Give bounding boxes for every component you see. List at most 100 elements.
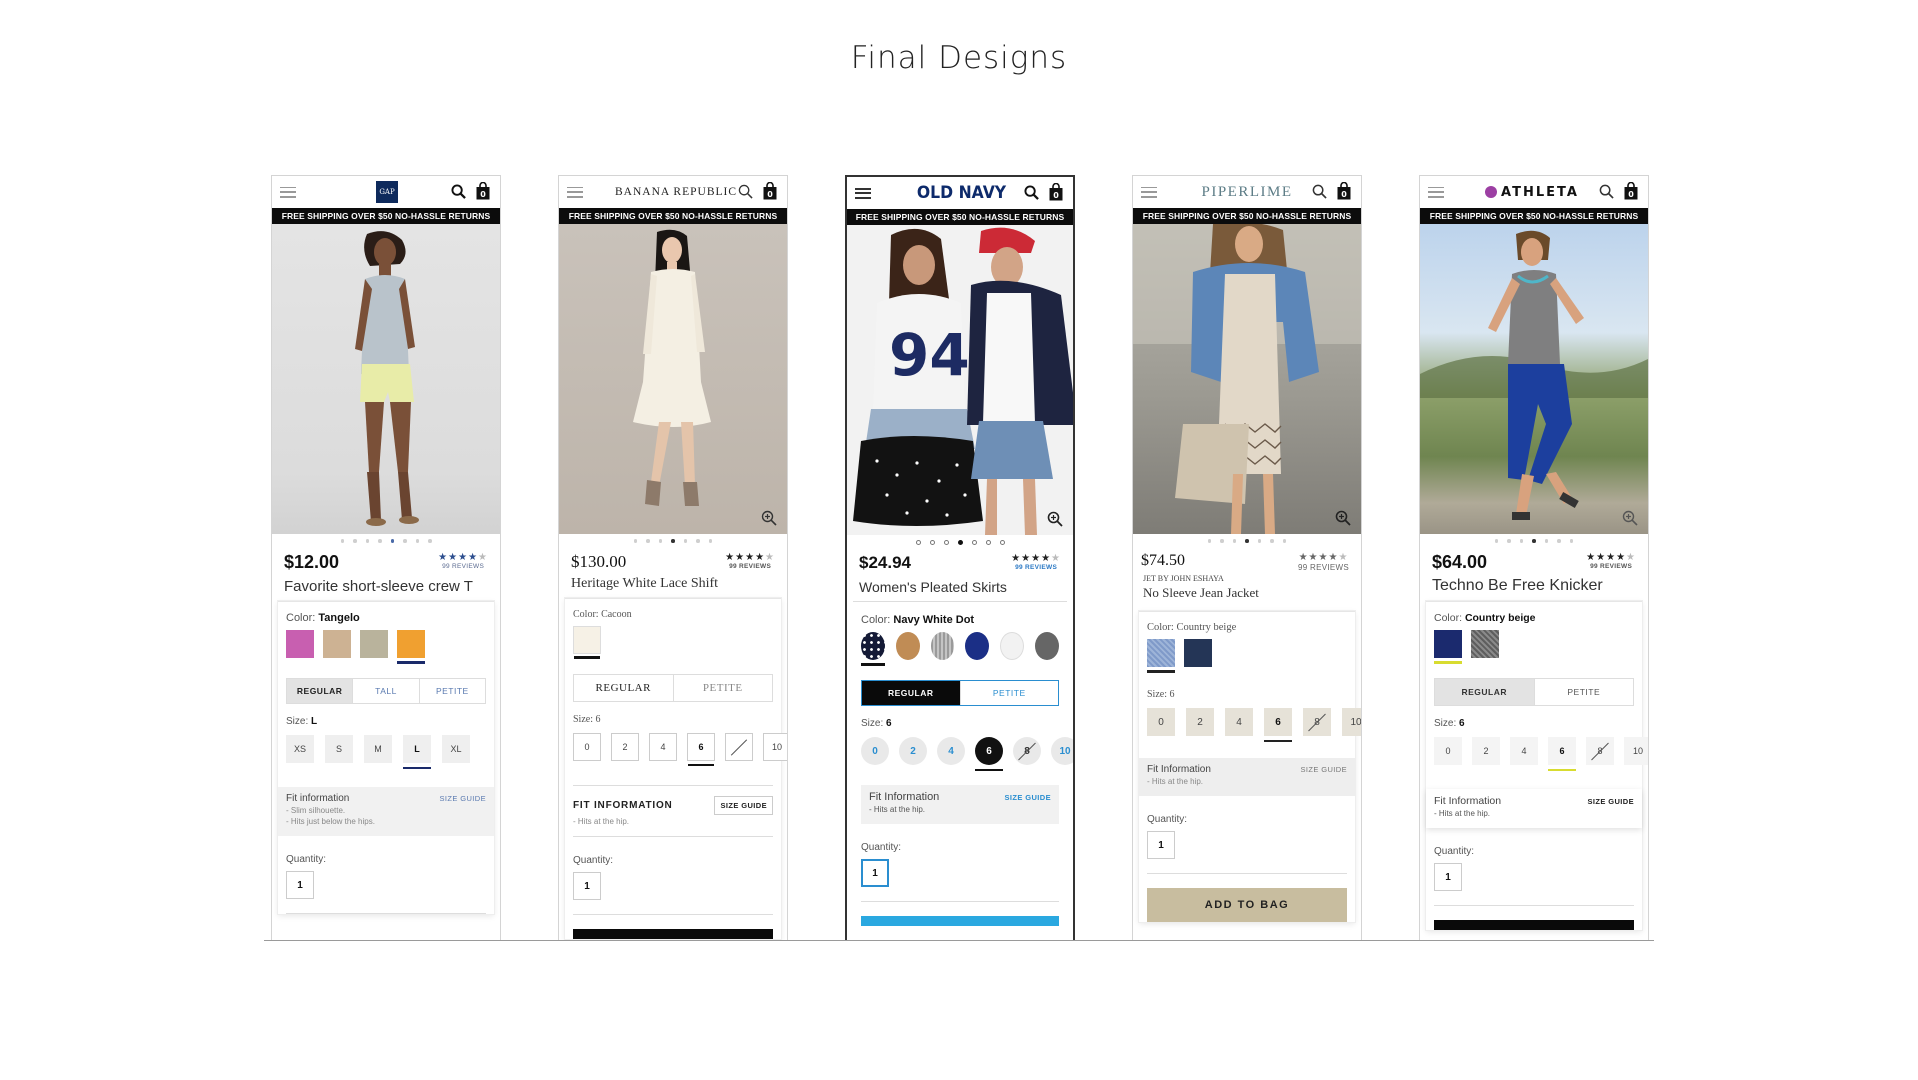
size-0[interactable]: 0 (1434, 737, 1462, 765)
hamburger-menu-icon[interactable] (567, 186, 583, 198)
quantity-input[interactable]: 1 (1434, 863, 1462, 891)
size-m[interactable]: M (364, 735, 392, 763)
quantity-input[interactable]: 1 (573, 872, 601, 900)
swatch-6[interactable] (1035, 632, 1059, 660)
quantity-input[interactable]: 1 (286, 871, 314, 899)
size-0[interactable]: 0 (573, 733, 601, 761)
shopping-bag-icon[interactable]: 0 (1049, 183, 1063, 201)
search-icon[interactable] (1312, 184, 1327, 199)
size-l-selected[interactable]: L (403, 735, 431, 769)
tab-regular[interactable]: REGULAR (287, 679, 354, 703)
carousel-dots[interactable] (559, 534, 787, 548)
add-to-bag-button[interactable]: ADD TO BAG (1147, 888, 1347, 922)
size-guide-link[interactable]: SIZE GUIDE (1587, 797, 1634, 806)
quantity-input[interactable]: 1 (1147, 831, 1175, 859)
add-to-bag-button[interactable] (861, 916, 1059, 926)
tab-petite[interactable]: PETITE (420, 679, 485, 703)
size-8-unavailable[interactable]: 8 (1013, 737, 1041, 765)
swatch-5[interactable] (1000, 632, 1025, 660)
size-0[interactable]: 0 (1147, 708, 1175, 736)
size-10[interactable]: 10 (1624, 737, 1648, 765)
size-6-selected[interactable]: 6 (975, 737, 1003, 771)
swatch-3[interactable] (360, 630, 388, 658)
shopping-bag-icon[interactable]: 0 (1624, 182, 1638, 200)
size-0[interactable]: 0 (861, 737, 889, 765)
search-icon[interactable] (1599, 184, 1614, 199)
size-8-unavailable[interactable]: 8 (1303, 708, 1331, 736)
size-2[interactable]: 2 (611, 733, 639, 761)
size-xl[interactable]: XL (442, 735, 470, 763)
size-10[interactable]: 10 (1342, 708, 1361, 736)
size-6-selected[interactable]: 6 (1264, 708, 1292, 742)
swatch-2[interactable] (1184, 639, 1212, 667)
tab-regular[interactable]: REGULAR (1435, 679, 1535, 705)
swatch-1-selected[interactable] (573, 626, 601, 659)
zoom-icon[interactable] (1047, 511, 1063, 527)
size-10[interactable]: 10 (1051, 737, 1073, 765)
product-photo[interactable] (559, 224, 787, 534)
zoom-icon[interactable] (761, 510, 777, 526)
swatch-1[interactable] (286, 630, 314, 658)
designer-name[interactable]: JET BY JOHN ESHAYA (1133, 572, 1361, 583)
swatch-4[interactable] (965, 632, 990, 660)
size-4[interactable]: 4 (1510, 737, 1538, 765)
size-guide-link[interactable]: SIZE GUIDE (439, 794, 486, 803)
zoom-icon[interactable] (1622, 510, 1638, 526)
search-icon[interactable] (738, 184, 753, 199)
tab-regular[interactable]: REGULAR (574, 675, 674, 701)
swatch-2[interactable] (1471, 630, 1499, 658)
carousel-dots[interactable] (1133, 534, 1361, 548)
carousel-dots[interactable] (847, 535, 1073, 549)
swatch-1-selected[interactable] (1147, 639, 1175, 673)
search-icon[interactable] (1024, 185, 1039, 200)
size-6-selected[interactable]: 6 (687, 733, 715, 766)
size-8-unavailable[interactable]: 8 (1586, 737, 1614, 765)
shopping-bag-icon[interactable]: 0 (1337, 182, 1351, 200)
hamburger-menu-icon[interactable] (1428, 186, 1444, 198)
swatch-2[interactable] (895, 632, 920, 660)
tab-tall[interactable]: TALL (353, 679, 420, 703)
add-to-bag-button[interactable] (1434, 920, 1634, 930)
tab-petite[interactable]: PETITE (1535, 679, 1634, 705)
shopping-bag-icon[interactable]: 0 (763, 182, 777, 200)
product-photo[interactable] (1133, 224, 1361, 534)
rating[interactable]: ★★★★★ 99 REVIEWS (725, 552, 775, 570)
swatch-2[interactable] (323, 630, 351, 658)
size-10[interactable]: 10 (763, 733, 787, 761)
swatch-4-selected[interactable] (397, 630, 425, 664)
hamburger-menu-icon[interactable] (855, 187, 871, 199)
rating[interactable]: ★★★★★ 99 REVIEWS (438, 552, 488, 570)
tab-petite[interactable]: PETITE (674, 675, 773, 701)
size-4[interactable]: 4 (1225, 708, 1253, 736)
rating[interactable]: ★★★★★ 99 REVIEWS (1298, 552, 1349, 572)
size-s[interactable]: S (325, 735, 353, 763)
size-xs[interactable]: XS (286, 735, 314, 763)
rating[interactable]: ★★★★★ 99 REVIEWS (1586, 552, 1636, 570)
hamburger-menu-icon[interactable] (280, 186, 296, 198)
rating[interactable]: ★★★★★ 99 REVIEWS (1011, 553, 1061, 571)
swatch-3[interactable] (930, 632, 955, 660)
carousel-dots[interactable] (272, 534, 500, 548)
size-4[interactable]: 4 (649, 733, 677, 761)
quantity-input[interactable]: 1 (861, 859, 889, 887)
size-guide-link[interactable]: SIZE GUIDE (1300, 765, 1347, 774)
size-6-selected[interactable]: 6 (1548, 737, 1576, 771)
product-photo[interactable] (272, 224, 500, 534)
product-photo[interactable] (1420, 224, 1648, 534)
tab-petite[interactable]: PETITE (961, 681, 1059, 705)
size-2[interactable]: 2 (899, 737, 927, 765)
size-8-unavailable[interactable] (725, 733, 753, 761)
swatch-1-selected[interactable] (861, 632, 885, 666)
zoom-icon[interactable] (1335, 510, 1351, 526)
size-guide-button[interactable]: SIZE GUIDE (714, 796, 773, 815)
search-icon[interactable] (451, 184, 466, 199)
size-4[interactable]: 4 (937, 737, 965, 765)
hamburger-menu-icon[interactable] (1141, 186, 1157, 198)
size-2[interactable]: 2 (1472, 737, 1500, 765)
tab-regular[interactable]: REGULAR (862, 681, 961, 705)
shopping-bag-icon[interactable]: 0 (476, 182, 490, 200)
add-to-bag-button[interactable] (573, 929, 773, 939)
carousel-dots[interactable] (1420, 534, 1648, 548)
size-2[interactable]: 2 (1186, 708, 1214, 736)
swatch-1-selected[interactable] (1434, 630, 1462, 664)
